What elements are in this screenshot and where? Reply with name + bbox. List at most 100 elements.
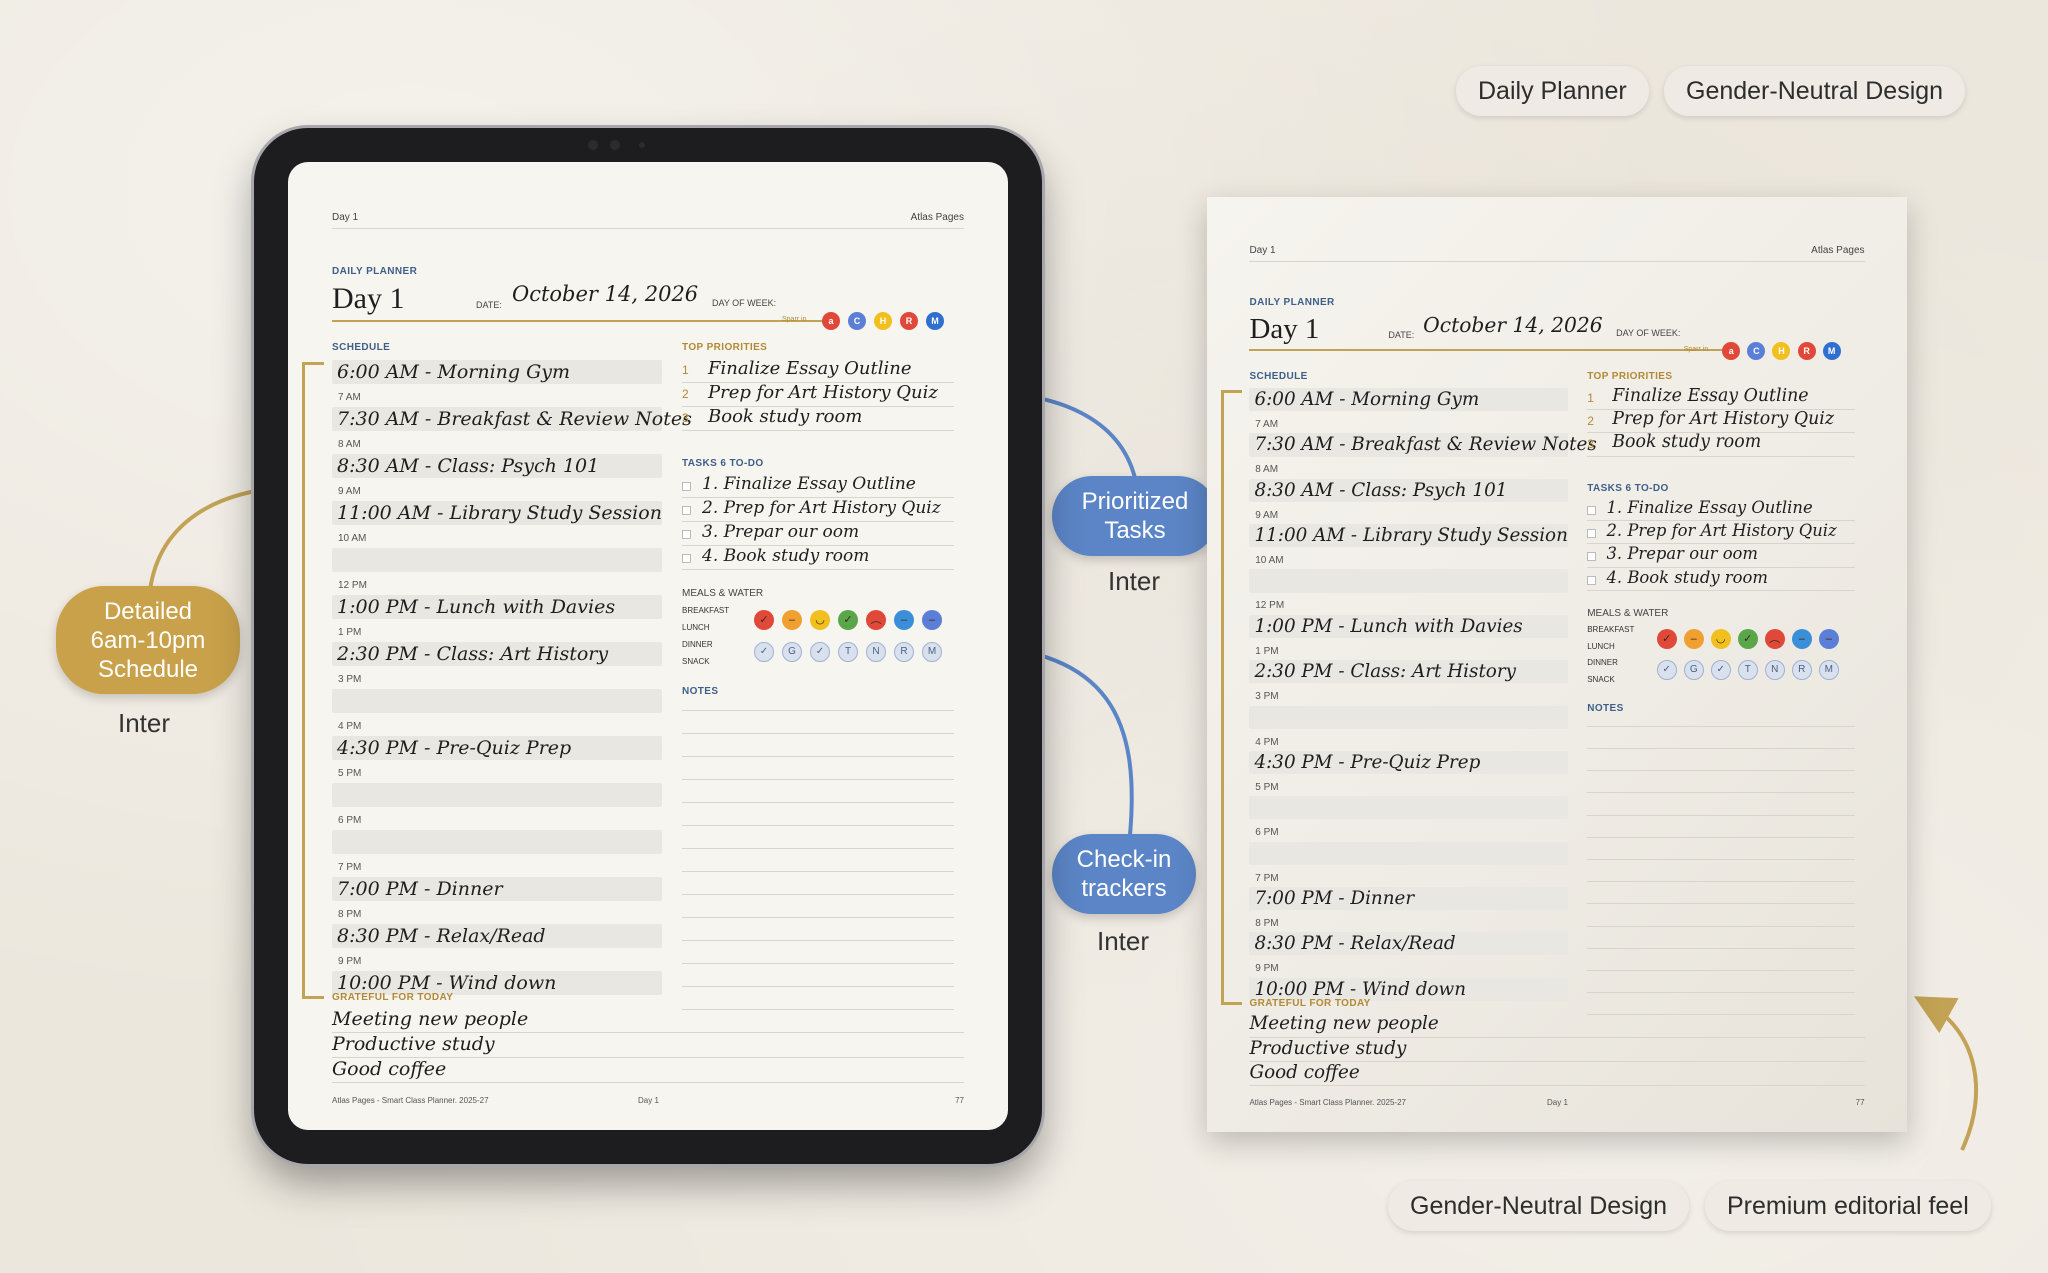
schedule-entry[interactable]: 7:00 PM - Dinner: [1249, 886, 1568, 911]
grateful-item[interactable]: Good coffee: [1249, 1062, 1359, 1083]
task-item[interactable]: 1. Finalize Essay Outline: [702, 474, 916, 494]
schedule-slot[interactable]: [332, 783, 662, 807]
grateful-item[interactable]: Meeting new people: [332, 1008, 528, 1030]
water-check-circle[interactable]: ✓: [1710, 660, 1731, 681]
notes-rule: [682, 710, 954, 711]
mood-face-icon[interactable]: –: [1683, 629, 1704, 650]
mood-face-icon[interactable]: ✓: [1737, 629, 1758, 650]
mood-face-icon[interactable]: –: [894, 610, 914, 630]
notes-rule: [682, 825, 954, 826]
water-check-circle[interactable]: R: [1791, 660, 1812, 681]
water-check-circle[interactable]: N: [1764, 660, 1785, 681]
mood-face-icon[interactable]: ✓: [754, 610, 774, 630]
water-check-circle[interactable]: G: [1683, 660, 1704, 681]
header-rule: [1249, 260, 1865, 262]
weekday-dot[interactable]: a: [822, 312, 840, 330]
water-check-circle[interactable]: T: [1737, 660, 1758, 681]
task-item[interactable]: 1. Finalize Essay Outline: [1607, 498, 1813, 517]
schedule-entry[interactable]: 7:30 AM - Breakfast & Review Notes: [1249, 433, 1597, 457]
water-check-circle[interactable]: M: [922, 642, 942, 662]
schedule-entry[interactable]: 2:30 PM - Class: Art History: [1249, 660, 1568, 684]
schedule-slot[interactable]: [1249, 841, 1568, 865]
grateful-item[interactable]: Good coffee: [332, 1058, 446, 1080]
mood-face-icon[interactable]: –: [1791, 629, 1812, 650]
mood-face-icon[interactable]: –: [1818, 629, 1839, 650]
priority-item[interactable]: Prep for Art History Quiz: [1612, 409, 1834, 429]
mood-face-icon[interactable]: ◡: [810, 610, 830, 630]
task-item[interactable]: 2. Prep for Art History Quiz: [702, 498, 941, 518]
mood-face-icon[interactable]: ✓: [1656, 629, 1677, 650]
grateful-item[interactable]: Meeting new people: [1249, 1013, 1438, 1034]
weekday-dot[interactable]: H: [874, 312, 892, 330]
mood-face-icon[interactable]: ✓: [838, 610, 858, 630]
task-checkbox[interactable]: [1587, 529, 1597, 539]
schedule-entry[interactable]: 4:30 PM - Pre-Quiz Prep: [1249, 750, 1568, 775]
priority-item[interactable]: Book study room: [708, 406, 862, 427]
mood-face-icon[interactable]: –: [782, 610, 802, 630]
schedule-entry-text: 8:30 AM - Class: Psych 101: [337, 455, 600, 477]
water-check-circle[interactable]: ✓: [1656, 660, 1677, 681]
priority-item[interactable]: Finalize Essay Outline: [1612, 386, 1808, 406]
schedule-slot[interactable]: [1249, 569, 1568, 593]
task-checkbox[interactable]: [1587, 552, 1597, 562]
task-item[interactable]: 2. Prep for Art History Quiz: [1607, 521, 1837, 540]
schedule-entry[interactable]: 4:30 PM - Pre-Quiz Prep: [332, 736, 662, 760]
schedule-entry[interactable]: 1:00 PM - Lunch with Davies: [1249, 614, 1568, 638]
weekday-dot[interactable]: M: [926, 312, 944, 330]
weekday-dot[interactable]: a: [1722, 341, 1741, 360]
task-checkbox[interactable]: [1587, 506, 1597, 516]
schedule-slot[interactable]: [332, 689, 662, 713]
meal-label: BREAKFAST: [1587, 625, 1635, 635]
water-check-circle[interactable]: R: [894, 642, 914, 662]
footer-center: Day 1: [1547, 1098, 1568, 1108]
mood-face-icon[interactable]: ︵: [1764, 629, 1785, 650]
schedule-entry[interactable]: 1:00 PM - Lunch with Davies: [332, 595, 662, 619]
schedule-entry[interactable]: 11:00 AM - Library Study Session: [332, 501, 662, 525]
schedule-slot[interactable]: [332, 830, 662, 854]
water-check-circle[interactable]: ✓: [754, 642, 774, 662]
schedule-entry[interactable]: 6:00 AM - Morning Gym: [332, 360, 662, 384]
grateful-item[interactable]: Productive study: [1249, 1038, 1406, 1059]
task-checkbox[interactable]: [682, 530, 691, 539]
weekday-dot[interactable]: R: [1797, 341, 1816, 360]
meals-water-label: MEALS & WATER: [682, 588, 764, 599]
schedule-entry[interactable]: 6:00 AM - Morning Gym: [1249, 388, 1568, 412]
schedule-entry[interactable]: 8:30 PM - Relax/Read: [332, 924, 662, 948]
schedule-entry[interactable]: 7:00 PM - Dinner: [332, 877, 662, 901]
schedule-slot[interactable]: [1249, 705, 1568, 729]
schedule-entry[interactable]: 11:00 AM - Library Study Session: [1249, 524, 1568, 548]
task-checkbox[interactable]: [682, 554, 691, 563]
schedule-slot[interactable]: [1249, 796, 1568, 820]
water-check-circle[interactable]: T: [838, 642, 858, 662]
priority-item[interactable]: Book study room: [1612, 432, 1761, 452]
water-check-circle[interactable]: M: [1818, 660, 1839, 681]
mood-face-icon[interactable]: ◡: [1710, 629, 1731, 650]
task-item[interactable]: 3. Prepar our oom: [702, 522, 859, 542]
weekday-dot[interactable]: C: [1747, 341, 1766, 360]
grateful-item[interactable]: Productive study: [332, 1033, 495, 1055]
priorities-callout: Prioritized Tasks: [1052, 476, 1218, 556]
water-check-circle[interactable]: ✓: [810, 642, 830, 662]
water-check-circle[interactable]: N: [866, 642, 886, 662]
mood-face-icon[interactable]: –: [922, 610, 942, 630]
weekday-dot[interactable]: R: [900, 312, 918, 330]
task-item[interactable]: 4. Book study room: [1607, 568, 1768, 587]
task-checkbox[interactable]: [682, 506, 691, 515]
mood-face-icon[interactable]: ︵: [866, 610, 886, 630]
water-check-circle[interactable]: G: [782, 642, 802, 662]
schedule-entry[interactable]: 8:30 AM - Class: Psych 101: [1249, 478, 1568, 502]
task-item[interactable]: 3. Prepar our oom: [1607, 544, 1758, 563]
task-checkbox[interactable]: [1587, 575, 1597, 585]
schedule-entry[interactable]: 8:30 AM - Class: Psych 101: [332, 454, 662, 478]
schedule-entry[interactable]: 8:30 PM - Relax/Read: [1249, 932, 1568, 956]
weekday-dot[interactable]: H: [1772, 341, 1791, 360]
schedule-slot[interactable]: [332, 548, 662, 572]
schedule-entry[interactable]: 2:30 PM - Class: Art History: [332, 642, 662, 666]
weekday-dot[interactable]: C: [848, 312, 866, 330]
task-checkbox[interactable]: [682, 482, 691, 491]
priority-item[interactable]: Finalize Essay Outline: [708, 358, 912, 379]
priority-item[interactable]: Prep for Art History Quiz: [708, 382, 938, 403]
schedule-entry[interactable]: 7:30 AM - Breakfast & Review Notes: [332, 407, 692, 431]
task-item[interactable]: 4. Book study room: [702, 546, 869, 566]
weekday-dot[interactable]: M: [1822, 341, 1841, 360]
